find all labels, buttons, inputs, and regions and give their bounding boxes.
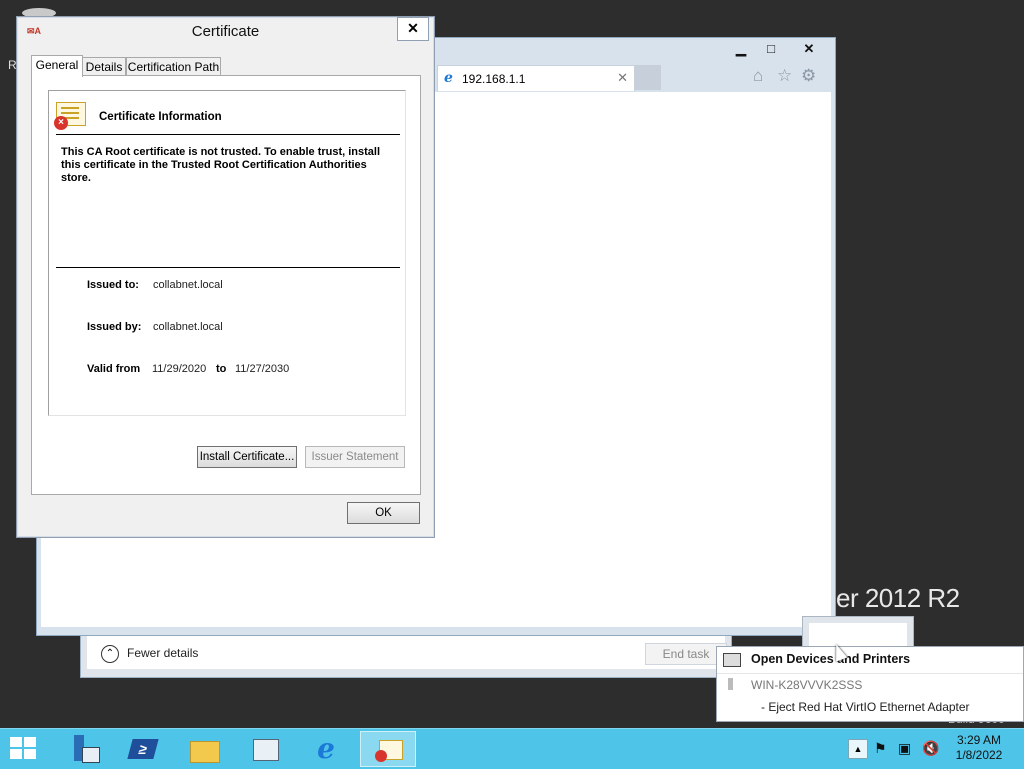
issued-to-value: collabnet.local: [153, 279, 223, 291]
powershell-icon: ≥: [127, 735, 159, 763]
clock[interactable]: 3:29 AM 1/8/2022: [944, 733, 1014, 763]
issued-by-label: Issued by:: [87, 321, 142, 333]
tab-close-icon[interactable]: ✕: [617, 70, 628, 86]
certificate-error-icon: ×: [54, 102, 86, 130]
show-hidden-icons-button[interactable]: ▲: [848, 739, 868, 759]
issued-to-label: Issued to:: [87, 279, 139, 291]
info-heading: Certificate Information: [99, 111, 222, 123]
taskbar-internet-explorer[interactable]: e: [298, 731, 354, 767]
device-name: WIN-K28VVVK2SSS: [751, 678, 863, 692]
chevron-up-icon[interactable]: ⌃: [101, 645, 119, 663]
divider: [56, 134, 400, 135]
taskbar-certificate[interactable]: [360, 731, 416, 767]
tab-title: 192.168.1.1: [462, 72, 526, 86]
volume-muted-icon[interactable]: 🔇: [922, 740, 939, 757]
network-icon[interactable]: ▣: [898, 740, 911, 757]
favorites-icon[interactable]: ☆: [777, 66, 792, 86]
valid-from-value: 11/29/2020: [152, 363, 207, 375]
dialog-title: Certificate: [191, 23, 260, 40]
close-button[interactable]: ✕: [791, 40, 827, 58]
general-tab-panel: × Certificate Information This CA Root c…: [31, 75, 421, 495]
fewer-details-link[interactable]: Fewer details: [127, 646, 198, 660]
devices-popup-menu: Open Devices and Printers WIN-K28VVVK2SS…: [716, 646, 1024, 722]
clock-time: 3:29 AM: [956, 733, 1002, 747]
end-task-button[interactable]: End task: [645, 643, 727, 665]
ie-logo-icon: e: [444, 70, 453, 86]
tab-certification-path[interactable]: Certification Path: [126, 57, 221, 76]
printer-icon: [723, 653, 741, 667]
minimize-button[interactable]: ▁: [729, 40, 753, 58]
tab-details[interactable]: Details: [82, 57, 126, 76]
flag-icon[interactable]: ⚑: [874, 740, 887, 757]
issuer-statement-button[interactable]: Issuer Statement: [305, 446, 405, 468]
gear-icon[interactable]: ⚙: [801, 66, 816, 86]
tab-general[interactable]: General: [31, 55, 83, 77]
valid-from-label: Valid from: [87, 363, 141, 375]
menu-separator: [717, 673, 1023, 674]
certificate-dialog: ✉A Certificate ✕ General Details Certifi…: [16, 16, 435, 538]
maximize-button[interactable]: □: [759, 40, 783, 58]
server-manager-icon: [70, 735, 100, 763]
taskbar-performance-monitor[interactable]: [238, 731, 294, 767]
folder-icon: [190, 735, 220, 763]
valid-to-value: 11/27/2030: [235, 363, 290, 375]
ok-button[interactable]: OK: [347, 502, 420, 524]
eject-device-item[interactable]: - Eject Red Hat VirtIO Ethernet Adapter: [761, 700, 970, 714]
divider: [56, 267, 400, 268]
ie-logo-icon: e: [317, 732, 335, 765]
install-certificate-button[interactable]: Install Certificate...: [197, 446, 297, 468]
desktop-watermark: er 2012 R2: [836, 583, 960, 613]
dialog-close-button[interactable]: ✕: [397, 17, 429, 41]
start-button[interactable]: [10, 737, 38, 761]
taskbar-server-manager[interactable]: [56, 731, 112, 767]
valid-to-label: to: [216, 363, 227, 375]
certificate-icon: [375, 736, 403, 764]
taskbar: ≥ e ▲ ⚑ ▣ 🔇 3:29 AM 1/8/2022: [0, 728, 1024, 769]
usb-device-icon: [728, 678, 733, 690]
home-icon[interactable]: ⌂: [753, 66, 763, 86]
taskbar-powershell[interactable]: ≥: [116, 731, 172, 767]
open-devices-and-printers-item[interactable]: Open Devices and Printers: [751, 652, 910, 666]
issued-by-value: collabnet.local: [153, 321, 223, 333]
trust-message: This CA Root certificate is not trusted.…: [61, 146, 381, 184]
certificate-info-box: × Certificate Information This CA Root c…: [48, 90, 406, 416]
browser-tab[interactable]: e 192.168.1.1 ✕: [437, 65, 635, 91]
taskbar-file-explorer[interactable]: [176, 731, 232, 767]
new-tab-button[interactable]: [635, 65, 661, 90]
performance-monitor-icon: [252, 735, 280, 763]
clock-date: 1/8/2022: [955, 748, 1003, 762]
